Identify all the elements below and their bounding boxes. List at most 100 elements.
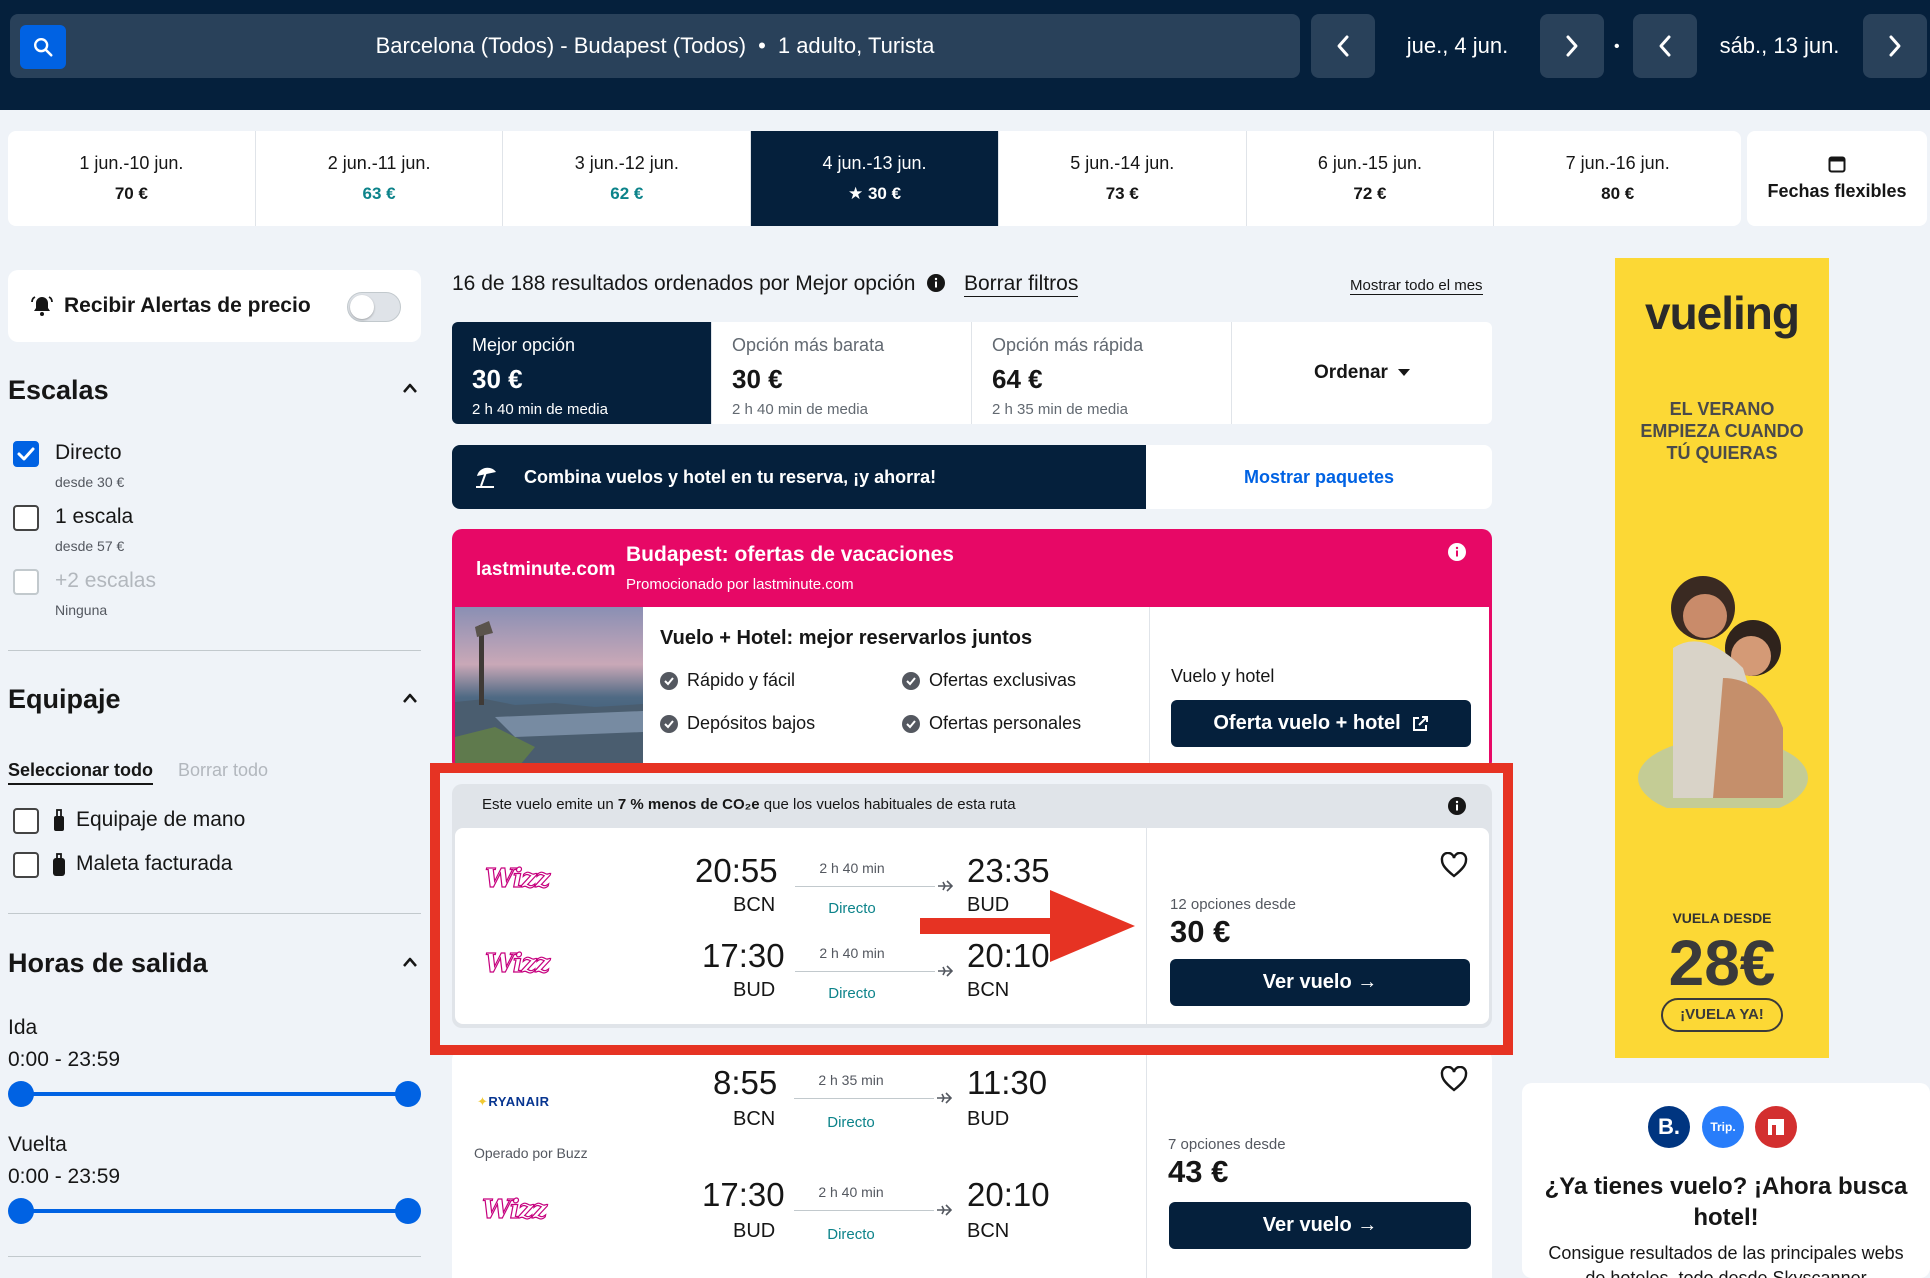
promo-feature-text: Rápido y fácil	[687, 670, 796, 690]
flight-hotel-offer-button[interactable]: Oferta vuelo + hotel	[1171, 700, 1471, 747]
check-circle-icon	[660, 671, 678, 690]
booking-logo: B.	[1648, 1106, 1690, 1148]
date-range: 1 jun.-10 jun.	[79, 153, 184, 173]
promo-brand-logo: lastminute.com	[476, 559, 616, 580]
date-option[interactable]: 3 jun.-12 jun. 62 €	[503, 131, 752, 226]
vueling-ad[interactable]: vueling EL VERANO EMPIEZA CUANDO TÚ QUIE…	[1615, 258, 1829, 1058]
carry-on-checkbox[interactable]	[13, 808, 39, 834]
date-option[interactable]: 2 jun.-11 jun. 63 €	[256, 131, 504, 226]
outbound-label: Ida	[8, 1016, 38, 1039]
stops-direct-label: Directo	[55, 441, 122, 464]
sort-tabs: Mejor opción 30 € 2 h 40 min de media Op…	[452, 322, 1492, 424]
chevron-right-icon	[1889, 35, 1901, 57]
outbound-prev-button[interactable]	[1311, 14, 1375, 78]
date-option[interactable]: 6 jun.-15 jun. 72 €	[1247, 131, 1495, 226]
promo-feature: Rápido y fácil	[660, 670, 795, 691]
price-divider	[1146, 1050, 1147, 1278]
checked-bag-checkbox[interactable]	[13, 852, 39, 878]
check-circle-icon	[902, 714, 920, 733]
date-option[interactable]: 7 jun.-16 jun. 80 €	[1494, 131, 1741, 226]
sort-label: Ordenar	[1314, 362, 1388, 383]
stops-two-plus-price: Ninguna	[55, 602, 108, 618]
stops-direct-checkbox[interactable]	[13, 441, 39, 467]
return-next-button[interactable]	[1863, 14, 1927, 78]
flight-result-card[interactable]: ✦RYANAIR Operado por Buzz 8:55 BCN 2 h 3…	[452, 1050, 1492, 1278]
flexible-dates-button[interactable]: Fechas flexibles	[1747, 131, 1927, 226]
stops-one-checkbox[interactable]	[13, 505, 39, 531]
departure-time: 17:30	[702, 1176, 785, 1213]
date-range: 4 jun.-13 jun.	[822, 153, 927, 173]
tab-duration: 2 h 40 min de media	[732, 401, 868, 418]
sort-dropdown[interactable]: Ordenar	[1232, 322, 1492, 424]
date-price: 62 €	[610, 184, 644, 203]
promo-divider	[1149, 607, 1150, 771]
info-icon[interactable]	[927, 274, 946, 292]
stops-one-price: desde 57 €	[55, 538, 125, 554]
date-option[interactable]: 5 jun.-14 jun. 73 €	[999, 131, 1247, 226]
info-icon[interactable]	[1448, 543, 1466, 561]
date-range: 2 jun.-11 jun.	[327, 153, 431, 173]
outbound-next-button[interactable]	[1540, 14, 1604, 78]
check-circle-icon	[660, 714, 678, 733]
clear-filters-link[interactable]: Borrar filtros	[964, 272, 1079, 297]
return-slider-track[interactable]	[20, 1209, 408, 1213]
chevron-up-icon[interactable]	[402, 382, 418, 394]
select-all-link[interactable]: Seleccionar todo	[8, 760, 154, 785]
chevron-right-icon	[1566, 35, 1578, 57]
trip-logo: Trip.	[1702, 1106, 1744, 1148]
results-summary-text: 16 de 188 resultados ordenados por Mejor…	[452, 272, 916, 295]
arrival-time: 11:30	[967, 1064, 1048, 1101]
plane-icon	[937, 1092, 952, 1104]
promo-headline: Vuelo + Hotel: mejor reservarlos juntos	[660, 627, 1033, 649]
outbound-slider-start[interactable]	[8, 1081, 34, 1107]
search-button[interactable]	[20, 25, 66, 69]
results-summary: 16 de 188 resultados ordenados por Mejor…	[452, 272, 946, 296]
search-summary-box[interactable]: Barcelona (Todos) - Budapest (Todos) • 1…	[10, 14, 1300, 78]
promo-side-label: Vuelo y hotel	[1171, 666, 1275, 686]
date-price: 63 €	[362, 184, 396, 203]
carry-on-bag-icon	[54, 809, 64, 831]
tab-best[interactable]: Mejor opción 30 € 2 h 40 min de media	[452, 322, 712, 424]
date-option[interactable]: 1 jun.-10 jun. 70 €	[8, 131, 256, 226]
promo-feature: Ofertas exclusivas	[902, 670, 1076, 691]
passengers-text: 1 adulto, Turista	[777, 33, 935, 58]
heart-icon[interactable]	[1440, 1066, 1468, 1092]
date-range: 6 jun.-15 jun.	[1317, 153, 1422, 173]
show-packages-button[interactable]: Mostrar paquetes	[1146, 445, 1492, 509]
price-alert-toggle[interactable]	[347, 292, 401, 322]
flexible-dates-label: Fechas flexibles	[1767, 181, 1907, 201]
return-slider-end[interactable]	[395, 1198, 421, 1224]
outbound-slider-track[interactable]	[20, 1092, 408, 1096]
arrival-time: 20:10	[967, 1176, 1050, 1213]
return-prev-button[interactable]	[1633, 14, 1697, 78]
tab-price: 64 €	[992, 364, 1043, 394]
date-price: ★ 30 €	[847, 184, 902, 203]
outbound-date[interactable]: jue., 4 jun.	[1381, 14, 1534, 78]
airline-logo-ryanair: ✦RYANAIR	[477, 1094, 549, 1110]
chevron-up-icon[interactable]	[402, 692, 418, 704]
flight-type: Directo	[827, 1114, 875, 1131]
return-slider-start[interactable]	[8, 1198, 34, 1224]
flight-price: 43 €	[1168, 1154, 1229, 1189]
vueling-cta-button[interactable]: ¡VUELA YA!	[1661, 998, 1783, 1032]
bell-icon	[31, 296, 53, 316]
hotels-com-logo	[1755, 1106, 1797, 1148]
date-price: 73 €	[1105, 184, 1139, 203]
tab-cheapest[interactable]: Opción más barata 30 € 2 h 40 min de med…	[712, 322, 972, 424]
package-banner-text: Combina vuelos y hotel en tu reserva, ¡y…	[524, 466, 937, 487]
airline-logo-wizz: Wizz	[481, 1194, 547, 1225]
date-option-selected[interactable]: 4 jun.-13 jun. ★ 30 €	[751, 131, 999, 226]
baggage-title: Equipaje	[8, 684, 121, 714]
arrival-airport: BUD	[967, 1108, 1010, 1130]
external-link-icon	[1412, 715, 1428, 731]
tab-fastest[interactable]: Opción más rápida 64 € 2 h 35 min de med…	[972, 322, 1232, 424]
tab-price: 30 €	[732, 364, 783, 394]
departure-time: 8:55	[713, 1064, 778, 1101]
chevron-up-icon[interactable]	[402, 956, 418, 968]
return-date[interactable]: sáb., 13 jun.	[1703, 14, 1856, 78]
date-range: 5 jun.-14 jun.	[1070, 153, 1175, 173]
show-month-link[interactable]: Mostrar todo el mes	[1350, 277, 1483, 295]
outbound-slider-end[interactable]	[395, 1081, 421, 1107]
departure-airport: BUD	[733, 1220, 776, 1242]
view-flight-button[interactable]: Ver vuelo →	[1169, 1202, 1471, 1249]
